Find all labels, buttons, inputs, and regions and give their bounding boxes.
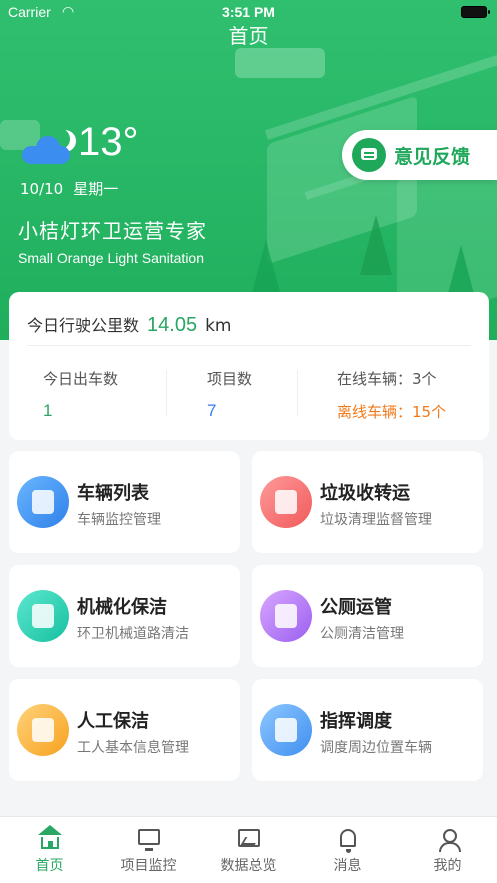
- mileage-unit: km: [205, 316, 232, 336]
- page-title: 首页: [228, 24, 269, 48]
- tab-bar: 首页 项目监控 数据总览 消息 我的: [0, 816, 497, 883]
- tab-label: 消息: [333, 858, 362, 874]
- brand-slogan: 小桔灯环卫运营专家: [18, 219, 207, 243]
- projects-value: 7: [207, 401, 217, 420]
- cloud-moon-icon: [22, 136, 74, 164]
- dispatch-label: 今日出车数: [43, 370, 119, 388]
- divider: [166, 370, 167, 416]
- decor-building: [267, 95, 417, 265]
- tab-label: 项目监控: [120, 858, 177, 874]
- divider: [27, 345, 471, 346]
- decor-tree: [250, 240, 282, 300]
- module-title: 机械化保洁: [77, 597, 167, 618]
- module-title: 人工保洁: [77, 711, 149, 732]
- module-subtitle: 垃圾清理监督管理: [320, 512, 432, 528]
- truck-icon: [17, 476, 69, 528]
- date-line: 10/10 星期一: [20, 178, 128, 199]
- module-manual-cleaning[interactable]: 人工保洁 工人基本信息管理: [9, 679, 240, 781]
- worker-icon: [17, 704, 69, 756]
- dispatch-screen-icon: [260, 704, 312, 756]
- module-vehicle-list[interactable]: 车辆列表 车辆监控管理: [9, 451, 240, 553]
- chat-icon: [352, 138, 386, 172]
- module-title: 垃圾收转运: [320, 483, 410, 504]
- weekday: 星期一: [73, 180, 119, 198]
- tab-home[interactable]: 首页: [0, 817, 99, 883]
- module-title: 指挥调度: [320, 711, 392, 732]
- brand-slogan-en: Small Orange Light Sanitation: [18, 250, 204, 266]
- module-subtitle: 车辆监控管理: [77, 512, 161, 528]
- module-title: 车辆列表: [77, 483, 149, 504]
- module-dispatch[interactable]: 指挥调度 调度周边位置车辆: [252, 679, 483, 781]
- module-public-toilet[interactable]: 公厕运管 公厕清洁管理: [252, 565, 483, 667]
- mileage-value: 14.05: [147, 314, 198, 336]
- vehicle-status-stat[interactable]: 在线车辆：3个 离线车辆：15个: [337, 368, 446, 422]
- tab-profile[interactable]: 我的: [398, 817, 497, 883]
- dispatch-value: 1: [43, 401, 53, 420]
- feedback-button[interactable]: 意见反馈: [342, 130, 497, 180]
- online-vehicles: 在线车辆：3个: [337, 370, 437, 388]
- mileage-row: 今日行驶公里数 14.05 km: [27, 312, 231, 337]
- tab-label: 首页: [35, 858, 64, 874]
- battery-icon: [461, 6, 490, 18]
- module-garbage-transfer[interactable]: 垃圾收转运 垃圾清理监督管理: [252, 451, 483, 553]
- user-icon: [437, 829, 461, 852]
- stats-card: 今日行驶公里数 14.05 km 今日出车数 1 项目数 7 在线车辆：3个 离…: [9, 292, 489, 440]
- chart-icon: [238, 829, 260, 847]
- tab-messages[interactable]: 消息: [298, 817, 397, 883]
- monitor-icon: [138, 829, 160, 851]
- dispatch-stat[interactable]: 今日出车数 1: [43, 368, 118, 421]
- module-subtitle: 环卫机械道路清洁: [77, 626, 189, 642]
- date: 10/10: [20, 180, 64, 198]
- tab-label: 数据总览: [220, 858, 277, 874]
- tab-project-monitor[interactable]: 项目监控: [99, 817, 198, 883]
- module-subtitle: 工人基本信息管理: [77, 740, 189, 756]
- offline-vehicles: 离线车辆：15个: [337, 403, 447, 421]
- clock: 3:51 PM: [222, 4, 275, 20]
- home-icon: [38, 825, 62, 849]
- tab-data-overview[interactable]: 数据总览: [199, 817, 298, 883]
- module-subtitle: 调度周边位置车辆: [320, 740, 432, 756]
- tab-label: 我的: [433, 858, 462, 874]
- mileage-label: 今日行驶公里数: [27, 316, 140, 335]
- module-subtitle: 公厕清洁管理: [320, 626, 404, 642]
- projects-stat[interactable]: 项目数 7: [207, 368, 252, 421]
- divider: [297, 370, 298, 416]
- sweeper-icon: [17, 590, 69, 642]
- decor-sign: [235, 48, 325, 78]
- feedback-label: 意见反馈: [394, 145, 471, 168]
- trash-route-icon: [260, 476, 312, 528]
- decor-tree: [360, 215, 392, 275]
- bell-icon: [340, 829, 356, 853]
- toilet-icon: [260, 590, 312, 642]
- temperature: 13°: [78, 120, 139, 164]
- module-title: 公厕运管: [320, 597, 392, 618]
- projects-label: 项目数: [207, 370, 253, 388]
- module-mechanized-cleaning[interactable]: 机械化保洁 环卫机械道路清洁: [9, 565, 240, 667]
